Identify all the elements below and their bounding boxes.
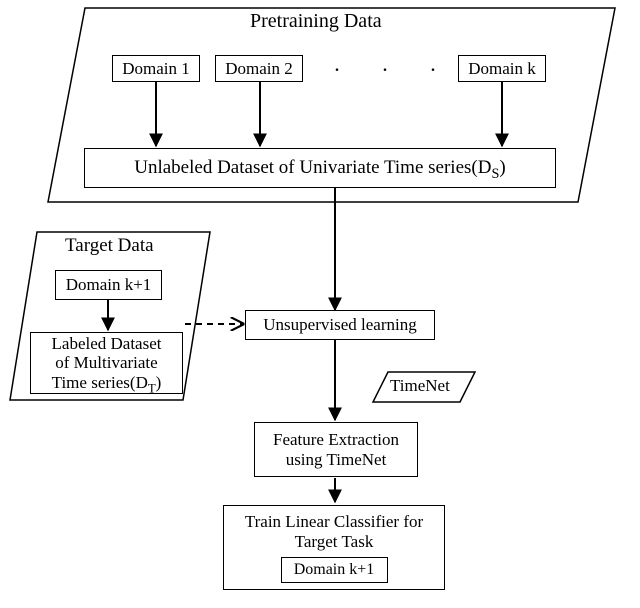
labeled-close: ) <box>156 373 162 392</box>
unlabeled-dataset: Unlabeled Dataset of Univariate Time ser… <box>84 148 556 188</box>
train-l1: Train Linear Classifier for <box>245 512 423 531</box>
labeled-l2: of Multivariate <box>55 353 157 372</box>
feature-l1: Feature Extraction <box>273 430 399 449</box>
feature-extraction: Feature Extraction using TimeNet <box>254 422 418 477</box>
feature-l2: using TimeNet <box>286 450 387 469</box>
train-l2: Target Task <box>295 532 374 551</box>
domain-2: Domain 2 <box>215 55 303 82</box>
unlabeled-close: ) <box>499 157 505 178</box>
pretraining-title: Pretraining Data <box>250 10 382 33</box>
labeled-l1: Labeled Dataset <box>52 334 162 353</box>
domain-1: Domain 1 <box>112 55 200 82</box>
labeled-l3: Time series(D <box>52 373 148 392</box>
target-title: Target Data <box>65 235 154 257</box>
unsupervised-learning: Unsupervised learning <box>245 310 435 340</box>
train-domain: Domain k+1 <box>281 557 388 583</box>
labeled-dataset: Labeled Dataset of Multivariate Time ser… <box>30 332 183 394</box>
timenet-label: TimeNet <box>390 376 450 396</box>
train-classifier: Train Linear Classifier for Target Task … <box>223 505 445 590</box>
domain-k: Domain k <box>458 55 546 82</box>
domain-ellipsis: ... <box>335 58 435 76</box>
target-domain: Domain k+1 <box>55 270 162 300</box>
unlabeled-text: Unlabeled Dataset of Univariate Time ser… <box>134 157 491 178</box>
labeled-sub: T <box>148 381 156 395</box>
